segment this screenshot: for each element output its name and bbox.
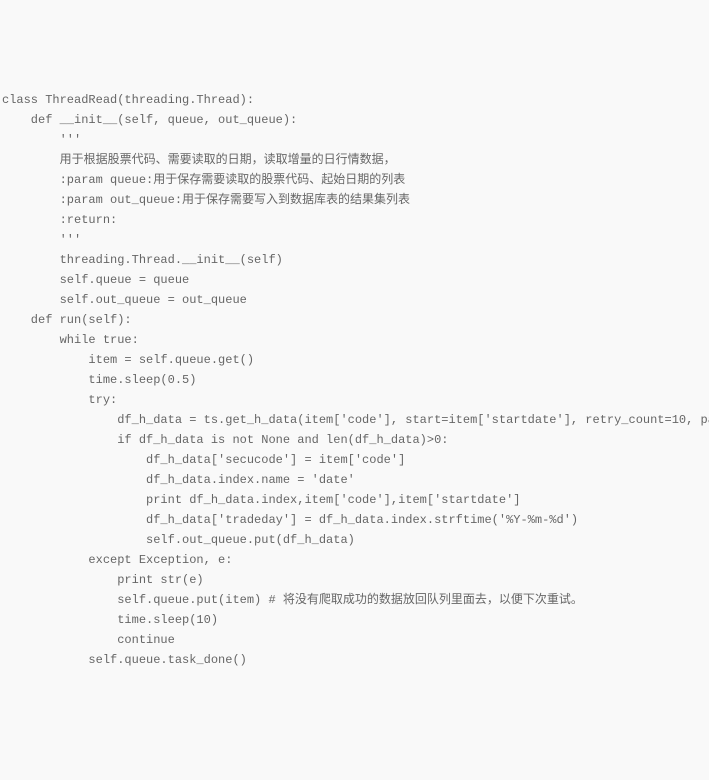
code-line: :return:	[2, 210, 707, 230]
code-line: :param out_queue:用于保存需要写入到数据库表的结果集列表	[2, 190, 707, 210]
code-line: self.queue.put(item) # 将没有爬取成功的数据放回队列里面去…	[2, 590, 707, 610]
code-line: '''	[2, 230, 707, 250]
code-line: df_h_data = ts.get_h_data(item['code'], …	[2, 410, 707, 430]
code-line: try:	[2, 390, 707, 410]
code-line: :param queue:用于保存需要读取的股票代码、起始日期的列表	[2, 170, 707, 190]
code-line: item = self.queue.get()	[2, 350, 707, 370]
code-line: df_h_data.index.name = 'date'	[2, 470, 707, 490]
code-line: print str(e)	[2, 570, 707, 590]
code-line: def run(self):	[2, 310, 707, 330]
code-line: '''	[2, 130, 707, 150]
code-line: print df_h_data.index,item['code'],item[…	[2, 490, 707, 510]
code-line: threading.Thread.__init__(self)	[2, 250, 707, 270]
code-line: df_h_data['secucode'] = item['code']	[2, 450, 707, 470]
code-line: while true:	[2, 330, 707, 350]
code-line: class ThreadRead(threading.Thread):	[2, 90, 707, 110]
code-line: if df_h_data is not None and len(df_h_da…	[2, 430, 707, 450]
code-line: self.queue = queue	[2, 270, 707, 290]
code-line: def __init__(self, queue, out_queue):	[2, 110, 707, 130]
code-line: self.queue.task_done()	[2, 650, 707, 670]
code-line: df_h_data['tradeday'] = df_h_data.index.…	[2, 510, 707, 530]
code-line: self.out_queue.put(df_h_data)	[2, 530, 707, 550]
code-line: except Exception, e:	[2, 550, 707, 570]
code-block: class ThreadRead(threading.Thread): def …	[2, 90, 707, 670]
code-line: time.sleep(0.5)	[2, 370, 707, 390]
code-line: continue	[2, 630, 707, 650]
code-line: 用于根据股票代码、需要读取的日期，读取增量的日行情数据，	[2, 150, 707, 170]
code-line: self.out_queue = out_queue	[2, 290, 707, 310]
code-line: time.sleep(10)	[2, 610, 707, 630]
